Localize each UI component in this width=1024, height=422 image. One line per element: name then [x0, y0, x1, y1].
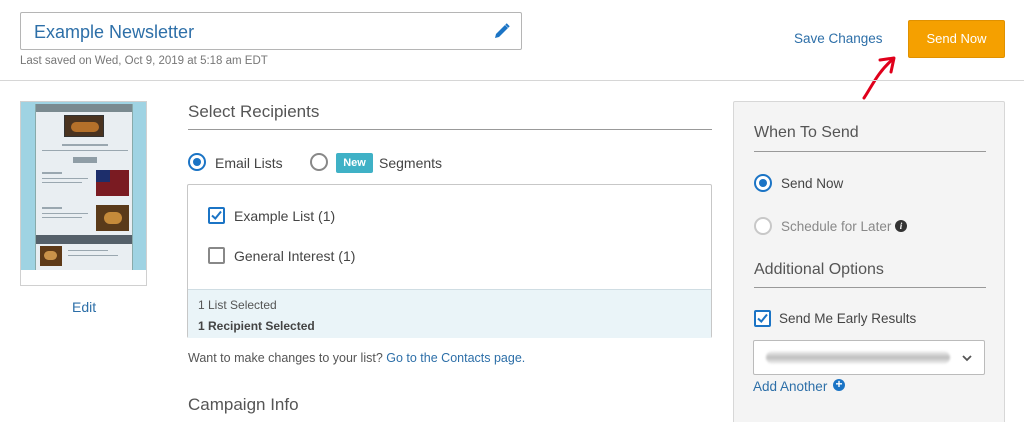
- send-now-radio[interactable]: [754, 174, 772, 192]
- section-divider: [188, 129, 712, 130]
- lists-selected-count: 1 List Selected: [198, 298, 277, 312]
- email-preview-document: [35, 104, 133, 270]
- panel-divider: [754, 151, 986, 152]
- plus-circle-icon[interactable]: +: [833, 378, 845, 391]
- annotation-arrow-icon: [862, 56, 896, 100]
- example-list-checkbox[interactable]: [208, 207, 225, 224]
- list-changes-prompt: Want to make changes to your list? Go to…: [188, 351, 525, 365]
- campaign-name-field[interactable]: Example Newsletter: [20, 12, 522, 50]
- selection-summary: 1 List Selected 1 Recipient Selected: [188, 289, 711, 338]
- list-item-label[interactable]: General Interest (1): [234, 248, 355, 264]
- panel-divider: [754, 287, 986, 288]
- general-interest-checkbox[interactable]: [208, 247, 225, 264]
- campaign-name-text: Example Newsletter: [34, 22, 195, 42]
- chevron-down-icon: [962, 355, 972, 362]
- last-saved-text: Last saved on Wed, Oct 9, 2019 at 5:18 a…: [20, 55, 268, 67]
- changes-prompt-text: Want to make changes to your list?: [188, 351, 383, 365]
- when-to-send-title: When To Send: [754, 124, 859, 141]
- list-item-label[interactable]: Example List (1): [234, 208, 335, 224]
- send-now-button[interactable]: Send Now: [908, 20, 1005, 58]
- email-lists-label[interactable]: Email Lists: [215, 155, 283, 171]
- campaign-info-title: Campaign Info: [188, 395, 299, 414]
- add-another-link[interactable]: Add Another: [753, 379, 827, 394]
- save-changes-link[interactable]: Save Changes: [794, 31, 883, 46]
- schedule-later-label[interactable]: Schedule for Later: [781, 219, 891, 234]
- contacts-page-link[interactable]: Go to the Contacts page.: [386, 351, 525, 365]
- contact-lists-box: Example List (1) General Interest (1) 1 …: [187, 184, 712, 338]
- new-badge: New: [336, 153, 373, 173]
- info-icon[interactable]: i: [895, 220, 907, 232]
- early-results-label[interactable]: Send Me Early Results: [779, 311, 916, 326]
- additional-options-title: Additional Options: [754, 261, 884, 278]
- header-divider: [0, 80, 1024, 81]
- early-results-checkbox[interactable]: [754, 310, 771, 327]
- redacted-email-value: [766, 351, 950, 364]
- recipients-selected-count: 1 Recipient Selected: [198, 319, 315, 333]
- schedule-later-radio[interactable]: [754, 217, 772, 235]
- pencil-icon[interactable]: [493, 22, 511, 40]
- email-lists-radio[interactable]: [188, 153, 206, 171]
- checkmark-icon: [757, 313, 768, 323]
- email-address-select[interactable]: [753, 340, 985, 375]
- edit-email-link[interactable]: Edit: [72, 299, 96, 315]
- email-preview-thumbnail[interactable]: [20, 101, 147, 286]
- send-now-label[interactable]: Send Now: [781, 176, 843, 191]
- checkmark-icon: [211, 210, 222, 220]
- segments-label[interactable]: Segments: [379, 155, 442, 171]
- select-recipients-title: Select Recipients: [188, 102, 320, 121]
- segments-radio[interactable]: [310, 153, 328, 171]
